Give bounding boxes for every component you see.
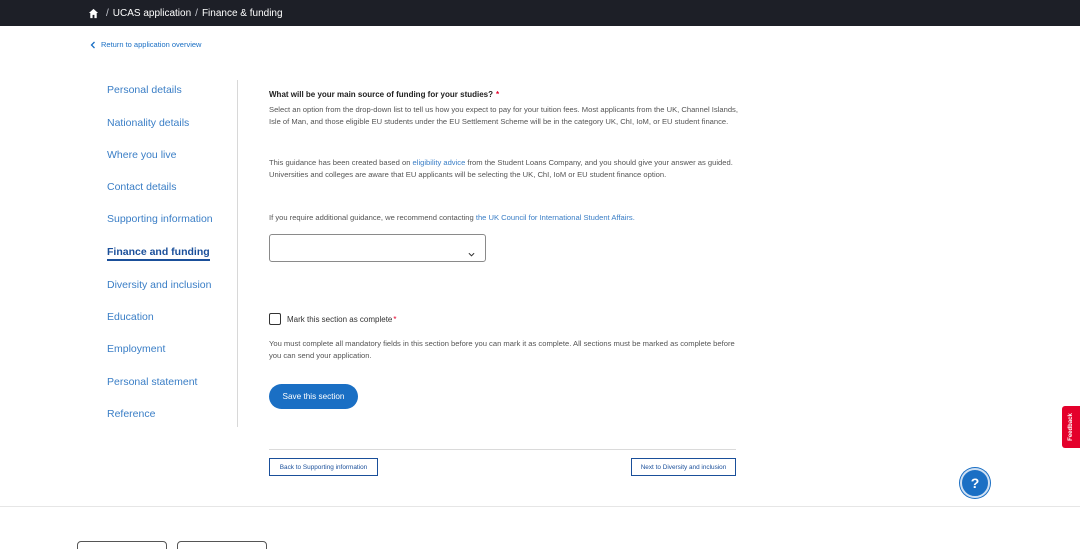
sidebar-item-where-you-live[interactable]: Where you live (107, 149, 176, 161)
footer-button-1[interactable] (77, 541, 167, 549)
footer-button-2[interactable] (177, 541, 267, 549)
eligibility-advice-link[interactable]: eligibility advice (413, 158, 466, 167)
mark-complete-label: Mark this section as complete* (287, 315, 397, 324)
breadcrumb-finance-funding: Finance & funding (201, 7, 283, 19)
home-icon[interactable] (88, 8, 99, 19)
complete-note-paragraph: You must complete all mandatory fields i… (269, 339, 735, 360)
funding-guidance-paragraph: Select an option from the drop-down list… (269, 105, 738, 126)
breadcrumb-separator: / (195, 7, 198, 19)
sidebar-item-reference[interactable]: Reference (107, 408, 155, 420)
sidebar-item-education[interactable]: Education (107, 311, 154, 323)
mark-complete-checkbox[interactable] (269, 313, 281, 325)
sidebar-item-diversity-and-inclusion[interactable]: Diversity and inclusion (107, 279, 211, 291)
sidebar-item-personal-details[interactable]: Personal details (107, 84, 182, 96)
required-marker: * (393, 314, 397, 324)
chevron-left-icon (89, 41, 97, 49)
funding-source-select[interactable] (269, 234, 486, 262)
sidebar-item-employment[interactable]: Employment (107, 343, 165, 355)
guidance-text-before: If you require additional guidance, we r… (269, 213, 476, 222)
additional-guidance-paragraph: If you require additional guidance, we r… (269, 212, 739, 224)
help-button[interactable]: ? (960, 468, 990, 498)
mark-complete-row[interactable]: Mark this section as complete* (269, 313, 397, 325)
checkbox-label-text: Mark this section as complete (287, 314, 393, 324)
question-text: What will be your main source of funding… (269, 90, 494, 99)
section-divider (269, 449, 736, 450)
eligibility-text-before: This guidance has been created based on (269, 158, 413, 167)
feedback-tab[interactable]: Feedback (1062, 406, 1080, 448)
chevron-down-icon (468, 245, 475, 257)
eligibility-paragraph: This guidance has been created based on … (269, 157, 739, 181)
return-link-label: Return to application overview (101, 40, 202, 49)
back-to-supporting-information-button[interactable]: Back to Supporting information (269, 458, 378, 476)
breadcrumb-ucas-application[interactable]: UCAS application (113, 8, 191, 19)
next-to-diversity-and-inclusion-button[interactable]: Next to Diversity and inclusion (631, 458, 736, 476)
sidebar-item-supporting-information[interactable]: Supporting information (107, 213, 213, 225)
return-to-overview-link[interactable]: Return to application overview (89, 40, 201, 49)
required-marker: * (496, 90, 500, 99)
sidebar-divider (237, 80, 238, 427)
ukcisa-link[interactable]: the UK Council for International Student… (476, 213, 635, 222)
sidebar-item-personal-statement[interactable]: Personal statement (107, 376, 197, 388)
breadcrumb: / UCAS application / Finance & funding (88, 0, 283, 26)
save-section-button[interactable]: Save this section (269, 384, 358, 409)
sidebar-item-finance-and-funding[interactable]: Finance and funding (107, 246, 210, 261)
sidebar-item-nationality-details[interactable]: Nationality details (107, 117, 189, 129)
sidebar-item-contact-details[interactable]: Contact details (107, 181, 176, 193)
footer-divider (0, 506, 1080, 507)
breadcrumb-separator: / (106, 7, 109, 19)
funding-question-title: What will be your main source of funding… (269, 90, 499, 99)
feedback-label: Feedback (1068, 413, 1074, 441)
